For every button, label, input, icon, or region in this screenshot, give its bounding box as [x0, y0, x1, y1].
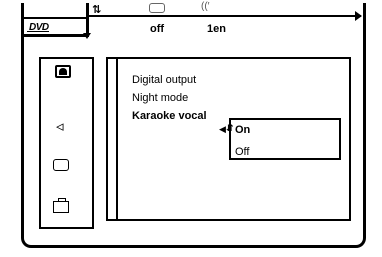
speaker-icon[interactable]: ◃ — [56, 117, 64, 135]
arrow-left-icon: ◀ — [219, 124, 226, 134]
speech-bubble-icon[interactable] — [53, 159, 69, 171]
submenu-option-on[interactable]: On — [235, 124, 250, 136]
audio-icon: ((′ — [201, 1, 210, 12]
briefcase-icon[interactable] — [53, 198, 69, 213]
arrow-right-icon — [355, 11, 362, 21]
video-icon[interactable] — [55, 65, 71, 78]
timeline-line — [89, 15, 361, 17]
menu-item-digital-output[interactable]: Digital output — [132, 74, 196, 86]
submenu-option-off[interactable]: Off — [235, 146, 249, 158]
status-bar: DVD ⇅ off ((′ 1en — [21, 1, 366, 42]
arrow-down-icon — [83, 33, 91, 39]
angle-icon: ⇅ — [92, 4, 102, 16]
submenu: On Off — [229, 118, 341, 160]
arrow-up-down-icon: ⇵ — [226, 123, 234, 133]
menu-item-night-mode[interactable]: Night mode — [132, 92, 188, 104]
sidebar: ◃ — [39, 57, 94, 229]
subtitle-value: off — [150, 23, 165, 35]
disc-logo-box: DVD — [21, 3, 89, 37]
menu-item-karaoke-vocal[interactable]: Karaoke vocal — [132, 110, 207, 122]
subtitle-icon — [149, 3, 165, 13]
audio-value: 1en — [207, 23, 226, 35]
